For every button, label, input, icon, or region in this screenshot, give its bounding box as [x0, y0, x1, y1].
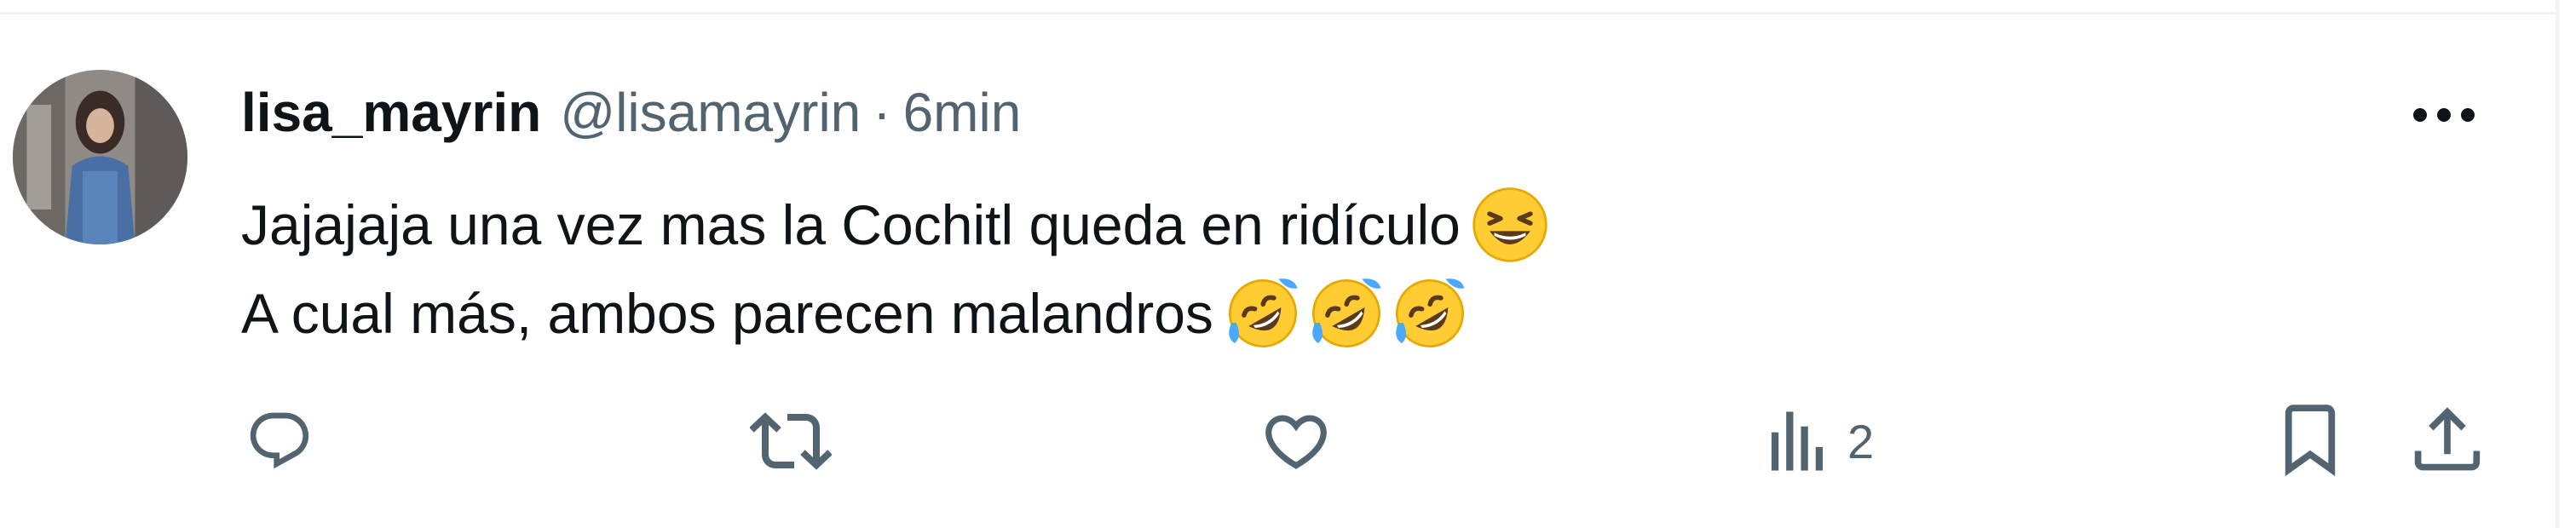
user-handle[interactable]: @lisamayrin — [560, 82, 861, 143]
bookmark-button[interactable] — [2280, 405, 2340, 477]
tweet-header: lisa_mayrin @lisamayrin · 6min — [241, 82, 1021, 143]
top-divider — [0, 12, 2556, 14]
tweet-text: Jajajaja una vez mas la Cochitl queda en… — [241, 181, 1549, 358]
avatar[interactable] — [13, 70, 187, 244]
retweet-icon — [750, 412, 832, 470]
views-count: 2 — [1847, 414, 1875, 468]
rolling-on-floor-laughing-icon — [1391, 274, 1469, 353]
rolling-on-floor-laughing-icon — [1307, 274, 1386, 353]
views-button[interactable]: 2 — [1767, 407, 1874, 475]
reply-icon — [250, 412, 309, 469]
separator-dot: · — [873, 82, 891, 143]
bookmark-icon — [2285, 405, 2336, 477]
like-icon — [1265, 415, 1327, 469]
display-name[interactable]: lisa_mayrin — [241, 82, 541, 143]
share-button[interactable] — [2412, 407, 2483, 475]
retweet-button[interactable] — [750, 407, 832, 475]
rolling-on-floor-laughing-icon — [1224, 274, 1302, 353]
more-icon — [2413, 108, 2475, 122]
like-button[interactable] — [1259, 407, 1333, 475]
more-options-button[interactable] — [2401, 94, 2487, 136]
avatar-image — [13, 70, 187, 244]
tweet-line-1: Jajajaja una vez mas la Cochitl queda en… — [241, 181, 1549, 269]
tweet-line-2: A cual más, ambos parecen malandros — [241, 269, 1549, 358]
right-divider — [2556, 0, 2559, 528]
reply-button[interactable] — [245, 407, 314, 475]
grinning-squinting-face-icon — [1471, 186, 1549, 264]
views-icon — [1771, 411, 1824, 471]
tweet-line-2-text: A cual más, ambos parecen malandros — [241, 282, 1213, 345]
share-icon — [2414, 407, 2481, 471]
timestamp[interactable]: 6min — [903, 82, 1022, 143]
tweet-line-1-text: Jajajaja una vez mas la Cochitl queda en… — [241, 193, 1461, 256]
